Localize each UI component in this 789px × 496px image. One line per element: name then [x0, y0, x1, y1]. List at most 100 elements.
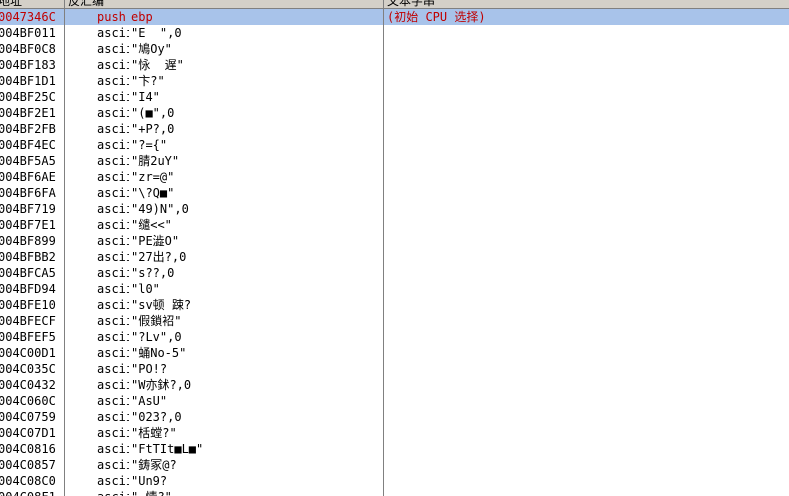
operand-cell: "PO!? [131, 362, 168, 376]
operand-cell: "+P?,0 [131, 122, 175, 136]
table-row[interactable]: 004BF011 ascii"E ",0 [0, 25, 789, 41]
instruction-cell: ascii [97, 410, 129, 424]
instruction-cell: ascii [97, 378, 129, 392]
table-row[interactable]: 004C0759 ascii"023?,0 [0, 409, 789, 425]
operand-cell: "蛹No-5" [131, 346, 187, 360]
instruction-cell: ascii [97, 154, 129, 168]
address-cell: 004BF0C8 [0, 42, 56, 56]
address-cell: 004C0816 [0, 442, 56, 456]
table-row[interactable]: 004BF2FB ascii"+P?,0 [0, 121, 789, 137]
text-string-cell: (初始 CPU 选择) [387, 10, 486, 24]
address-cell: 004C0759 [0, 410, 56, 424]
operand-cell: "鳩Oy" [131, 42, 172, 56]
table-row[interactable]: 004C0432 ascii"W亦鉥?,0 [0, 377, 789, 393]
table-row[interactable]: 004C08C0 ascii"Un9? [0, 473, 789, 489]
address-cell: 004C08F1 [0, 489, 62, 496]
operand-cell: "?Lv",0 [131, 330, 182, 344]
address-cell: 004BF2E1 [0, 106, 56, 120]
instruction-cell: ascii [97, 234, 129, 248]
operand-cell: "023?,0 [131, 410, 182, 424]
instruction-cell: ascii [97, 282, 129, 296]
table-row[interactable]: 004BFD94 ascii"l0" [0, 281, 789, 297]
table-row[interactable]: 004BFE10 ascii"sv顿 踈? [0, 297, 789, 313]
table-row[interactable]: 004BFBB2 ascii"27出?,0 [0, 249, 789, 265]
table-row[interactable]: 004C00D1 ascii"蛹No-5" [0, 345, 789, 361]
instruction-cell: ascii [97, 314, 129, 328]
string-reference-list[interactable]: 0047346Cpushebp(初始 CPU 选择)004BF011ascii"… [0, 9, 789, 496]
operand-cell: "腈2uY" [131, 154, 180, 168]
address-cell: 004BF4EC [0, 138, 56, 152]
table-row[interactable]: 004BF183 ascii"怺 遅" [0, 57, 789, 73]
table-row[interactable]: 004C0816 ascii"FtTIt■L■" [0, 441, 789, 457]
table-row[interactable]: 004C035C ascii"PO!? [0, 361, 789, 377]
table-row[interactable]: 004BF2E1 ascii"(■",0 [0, 105, 789, 121]
instruction-cell: ascii [97, 426, 129, 440]
table-row[interactable]: 004C060C ascii"AsU" [0, 393, 789, 409]
address-cell: 004BF6FA [0, 186, 56, 200]
header-disassembly[interactable]: 反汇编 [68, 0, 104, 8]
address-cell: 0047346C [0, 10, 56, 24]
table-row-selected[interactable]: 0047346C push ebp (初始 CPU 选择) [0, 9, 789, 25]
table-row[interactable]: 004C0857 ascii"鋳冢@? [0, 457, 789, 473]
operand-cell: "zr=@" [131, 170, 175, 184]
table-row[interactable]: 004BF4EC ascii"?={" [0, 137, 789, 153]
table-row[interactable]: 004BF6AE ascii"zr=@" [0, 169, 789, 185]
operand-cell: "27出?,0 [131, 250, 187, 264]
address-cell: 004BF2FB [0, 122, 56, 136]
instruction-cell: ascii [97, 474, 129, 488]
address-cell: 004BF183 [0, 58, 56, 72]
address-cell: 004BFEF5 [0, 330, 56, 344]
table-row[interactable]: 004BF1D1 ascii"卞?" [0, 73, 789, 89]
instruction-cell: ascii [97, 106, 129, 120]
table-row[interactable]: 004BF7E1 ascii"缱<<" [0, 217, 789, 233]
instruction-cell: ascii [97, 362, 129, 376]
operand-cell: "PE澁O" [131, 234, 180, 248]
table-row[interactable]: 004BF899 ascii"PE澁O" [0, 233, 789, 249]
table-row[interactable]: 004BF5A5 ascii"腈2uY" [0, 153, 789, 169]
column-divider-address[interactable] [64, 0, 65, 496]
address-cell: 004BF1D1 [0, 74, 56, 88]
address-cell: 004C07D1 [0, 426, 56, 440]
instruction-cell: ascii [97, 489, 129, 496]
address-cell: 004BF7E1 [0, 218, 56, 232]
instruction-cell: ascii [97, 90, 129, 104]
instruction-cell: ascii [97, 330, 129, 344]
table-row[interactable]: 004C08F1 ascii"_情?" [0, 489, 789, 496]
table-row[interactable]: 004BF719 ascii"49)N",0 [0, 201, 789, 217]
table-row[interactable]: 004BF25C ascii"I4" [0, 89, 789, 105]
instruction-cell: ascii [97, 442, 129, 456]
column-header: 地址 反汇编 文本字串 [0, 0, 789, 9]
instruction-cell: push [97, 10, 126, 24]
instruction-cell: ascii [97, 266, 129, 280]
address-cell: 004BF011 [0, 26, 56, 40]
operand-cell: "鋳冢@? [131, 458, 177, 472]
operand-cell: "FtTIt■L■" [131, 442, 204, 456]
header-text-string[interactable]: 文本字串 [387, 0, 435, 8]
table-row[interactable]: 004BF6FA ascii"\?Q■" [0, 185, 789, 201]
operand-cell: "假鎖袑" [131, 314, 182, 328]
instruction-cell: ascii [97, 74, 129, 88]
header-address[interactable]: 地址 [0, 0, 22, 8]
operand-cell: "s??,0 [131, 266, 175, 280]
table-row[interactable]: 004BFCA5 ascii"s??,0 [0, 265, 789, 281]
operand-cell: "\?Q■" [131, 186, 175, 200]
table-row[interactable]: 004BFECF ascii"假鎖袑" [0, 313, 789, 329]
table-row[interactable]: 004C07D1 ascii"栝螳?" [0, 425, 789, 441]
operand-cell: "(■",0 [131, 106, 175, 120]
instruction-cell: ascii [97, 394, 129, 408]
column-divider-disassembly[interactable] [383, 0, 384, 496]
instruction-cell: ascii [97, 218, 129, 232]
instruction-cell: ascii [97, 250, 129, 264]
operand-cell: "AsU" [131, 394, 168, 408]
address-cell: 004BFBB2 [0, 250, 56, 264]
address-cell: 004BF719 [0, 202, 56, 216]
address-cell: 004BF25C [0, 90, 56, 104]
instruction-cell: ascii [97, 58, 129, 72]
operand-cell: "怺 遅" [131, 58, 184, 72]
table-row[interactable]: 004BF0C8 ascii"鳩Oy" [0, 41, 789, 57]
address-cell: 004C00D1 [0, 346, 56, 360]
table-row[interactable]: 004BFEF5 ascii"?Lv",0 [0, 329, 789, 345]
address-cell: 004C035C [0, 362, 56, 376]
address-cell: 004BFECF [0, 314, 56, 328]
operand-cell: "Un9? [131, 474, 168, 488]
